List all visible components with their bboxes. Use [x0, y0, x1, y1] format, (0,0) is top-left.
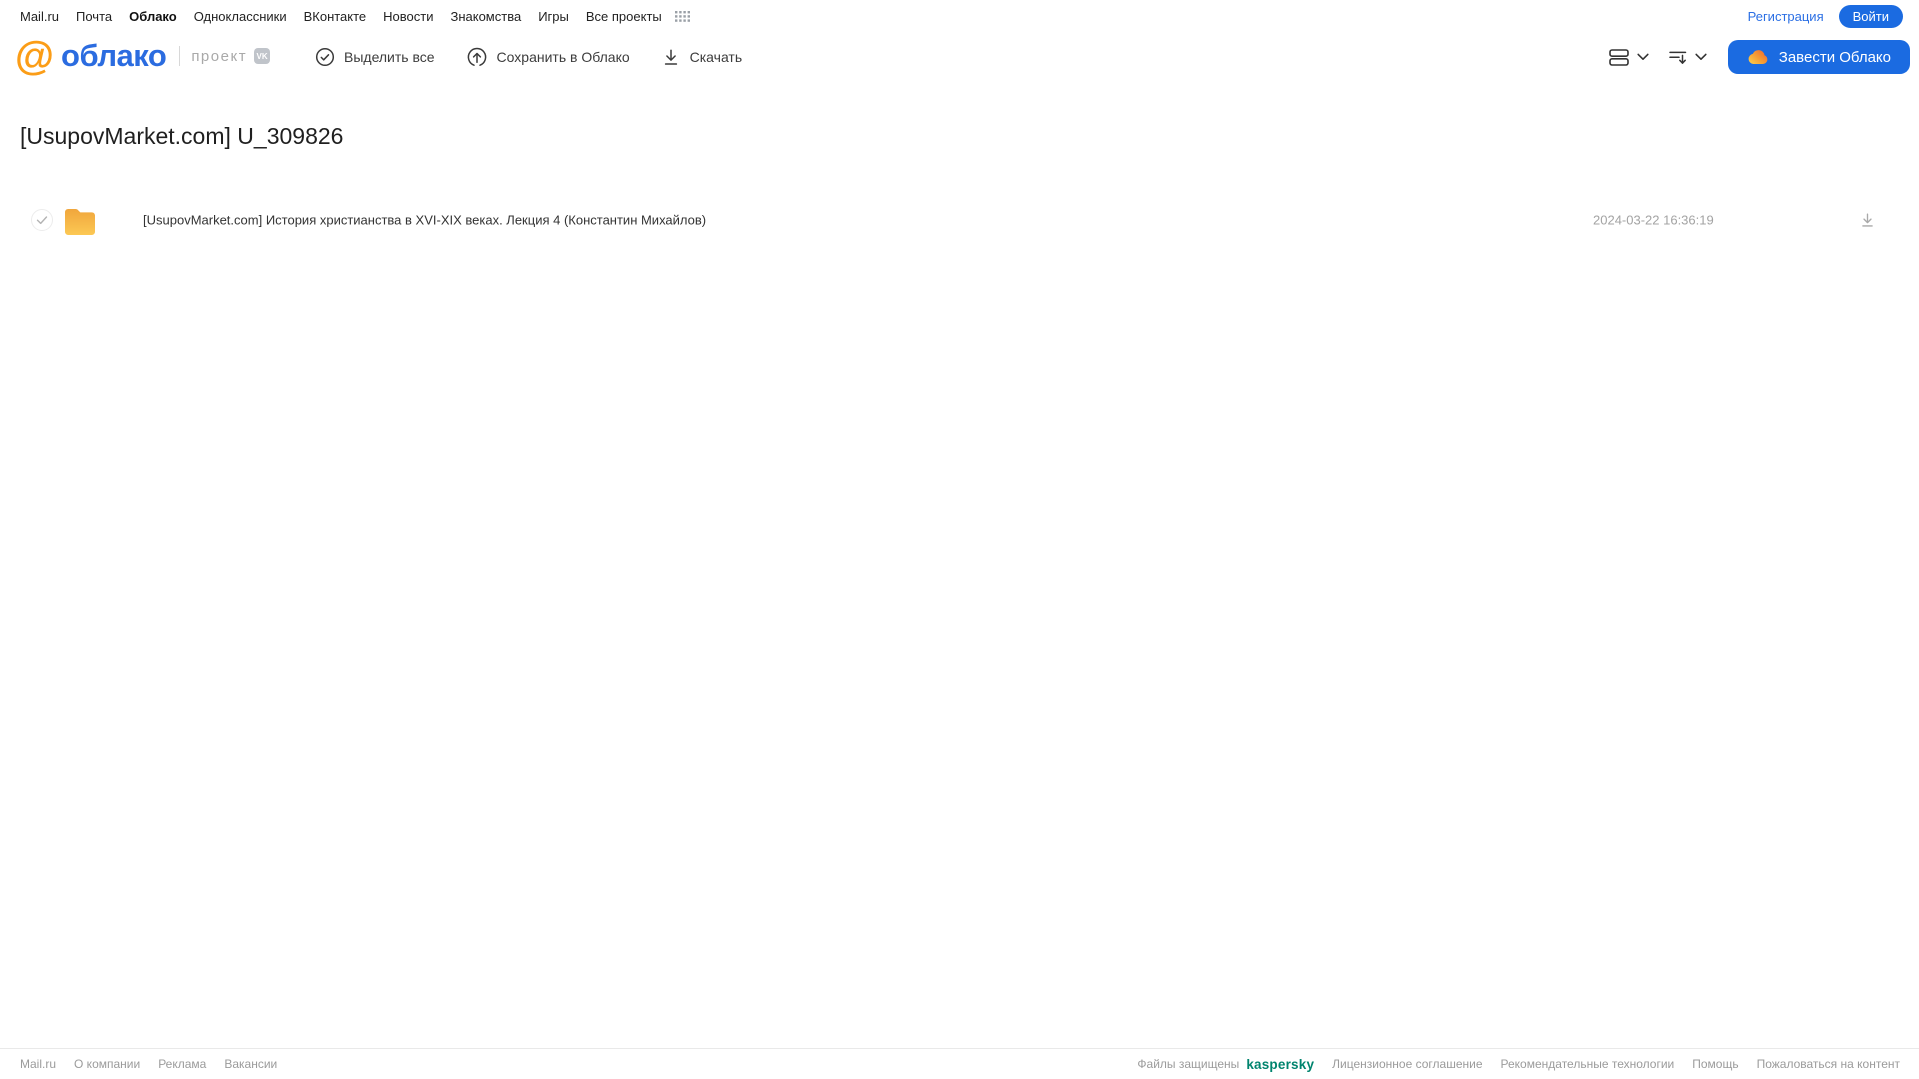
topnav-link-vse-proekty[interactable]: Все проекты	[586, 9, 662, 24]
protected-by-text: Файлы защищены	[1137, 1057, 1240, 1071]
login-button[interactable]: Войти	[1838, 4, 1903, 28]
vk-badge-icon: VK	[254, 48, 271, 64]
topnav-auth: Регистрация Войти	[1748, 4, 1903, 28]
logo-divider	[179, 46, 181, 66]
topnav-link-znakomstva[interactable]: Знакомства	[450, 9, 521, 24]
file-modified-date: 2024-03-22 16:36:19	[1593, 212, 1714, 228]
apps-grid-icon[interactable]	[674, 10, 690, 22]
footer-link-ads[interactable]: Реклама	[158, 1057, 206, 1071]
sort-button[interactable]	[1669, 50, 1707, 65]
check-icon	[36, 216, 48, 225]
topnav: Mail.ru Почта Облако Одноклассники ВКонт…	[0, 0, 1919, 30]
footer-link-report-content[interactable]: Пожаловаться на контент	[1757, 1057, 1900, 1071]
page-title: [UsupovMarket.com] U_309826	[20, 123, 344, 149]
file-name-link[interactable]: [UsupovMarket.com] История христианства …	[143, 213, 706, 228]
cloud-logo[interactable]: @ облако проект VK	[15, 34, 271, 78]
cloud-upload-icon	[466, 46, 488, 68]
footer-right-links: Файлы защищены kaspersky Лицензионное со…	[1137, 1057, 1900, 1072]
footer-link-jobs[interactable]: Вакансии	[224, 1057, 277, 1071]
footer: Mail.ru О компании Реклама Вакансии Файл…	[0, 1048, 1919, 1079]
logo-project-label: проект	[191, 47, 248, 65]
select-all-label: Выделить все	[344, 49, 435, 65]
check-circle-icon	[315, 47, 335, 67]
topnav-link-mailru[interactable]: Mail.ru	[20, 9, 59, 24]
header-bar: @ облако проект VK Выделить все Сохранит…	[0, 30, 1919, 84]
footer-link-mailru[interactable]: Mail.ru	[20, 1057, 56, 1071]
topnav-link-pochta[interactable]: Почта	[76, 9, 112, 24]
logo-product-name: облако	[61, 38, 167, 73]
cloud-public-share-page: Mail.ru Почта Облако Одноклассники ВКонт…	[0, 0, 1919, 1079]
toolbar: Выделить все Сохранить в Облако Скачать	[315, 30, 742, 84]
save-to-cloud-label: Сохранить в Облако	[496, 49, 630, 65]
create-cloud-label: Завести Облако	[1778, 48, 1891, 66]
header-right-controls: Завести Облако	[1608, 30, 1910, 84]
sort-icon	[1669, 50, 1687, 65]
row-download-icon[interactable]	[1859, 212, 1876, 229]
footer-link-license[interactable]: Лицензионное соглашение	[1332, 1057, 1482, 1071]
topnav-link-vkontakte[interactable]: ВКонтакте	[304, 9, 367, 24]
save-to-cloud-button[interactable]: Сохранить в Облако	[466, 46, 630, 68]
select-all-button[interactable]: Выделить все	[315, 47, 435, 67]
row-checkbox[interactable]	[31, 209, 53, 231]
chevron-down-icon	[1637, 53, 1649, 61]
registration-link[interactable]: Регистрация	[1748, 9, 1824, 24]
files-protected-label: Файлы защищены kaspersky	[1137, 1057, 1314, 1072]
list-view-icon	[1608, 48, 1629, 66]
chevron-down-icon	[1695, 53, 1707, 61]
download-button[interactable]: Скачать	[661, 47, 743, 67]
footer-link-recommendation-tech[interactable]: Рекомендательные технологии	[1501, 1057, 1675, 1071]
download-label: Скачать	[689, 49, 743, 65]
cloud-blob-icon	[1747, 48, 1769, 66]
footer-left-links: Mail.ru О компании Реклама Вакансии	[20, 1057, 277, 1071]
kaspersky-logo[interactable]: kaspersky	[1246, 1057, 1314, 1072]
footer-link-about[interactable]: О компании	[74, 1057, 140, 1071]
folder-icon	[63, 204, 97, 242]
footer-link-help[interactable]: Помощь	[1692, 1057, 1738, 1071]
topnav-link-novosti[interactable]: Новости	[383, 9, 433, 24]
download-icon	[661, 47, 681, 67]
topnav-links: Mail.ru Почта Облако Одноклассники ВКонт…	[20, 9, 690, 24]
topnav-link-odnoklassniki[interactable]: Одноклассники	[194, 9, 287, 24]
file-row[interactable]: [UsupovMarket.com] История христианства …	[0, 200, 1919, 240]
view-mode-button[interactable]	[1608, 48, 1649, 66]
topnav-link-oblako[interactable]: Облако	[129, 9, 177, 24]
topnav-link-igry[interactable]: Игры	[538, 9, 569, 24]
create-cloud-button[interactable]: Завести Облако	[1727, 40, 1910, 74]
mailru-at-icon: @	[15, 34, 55, 78]
